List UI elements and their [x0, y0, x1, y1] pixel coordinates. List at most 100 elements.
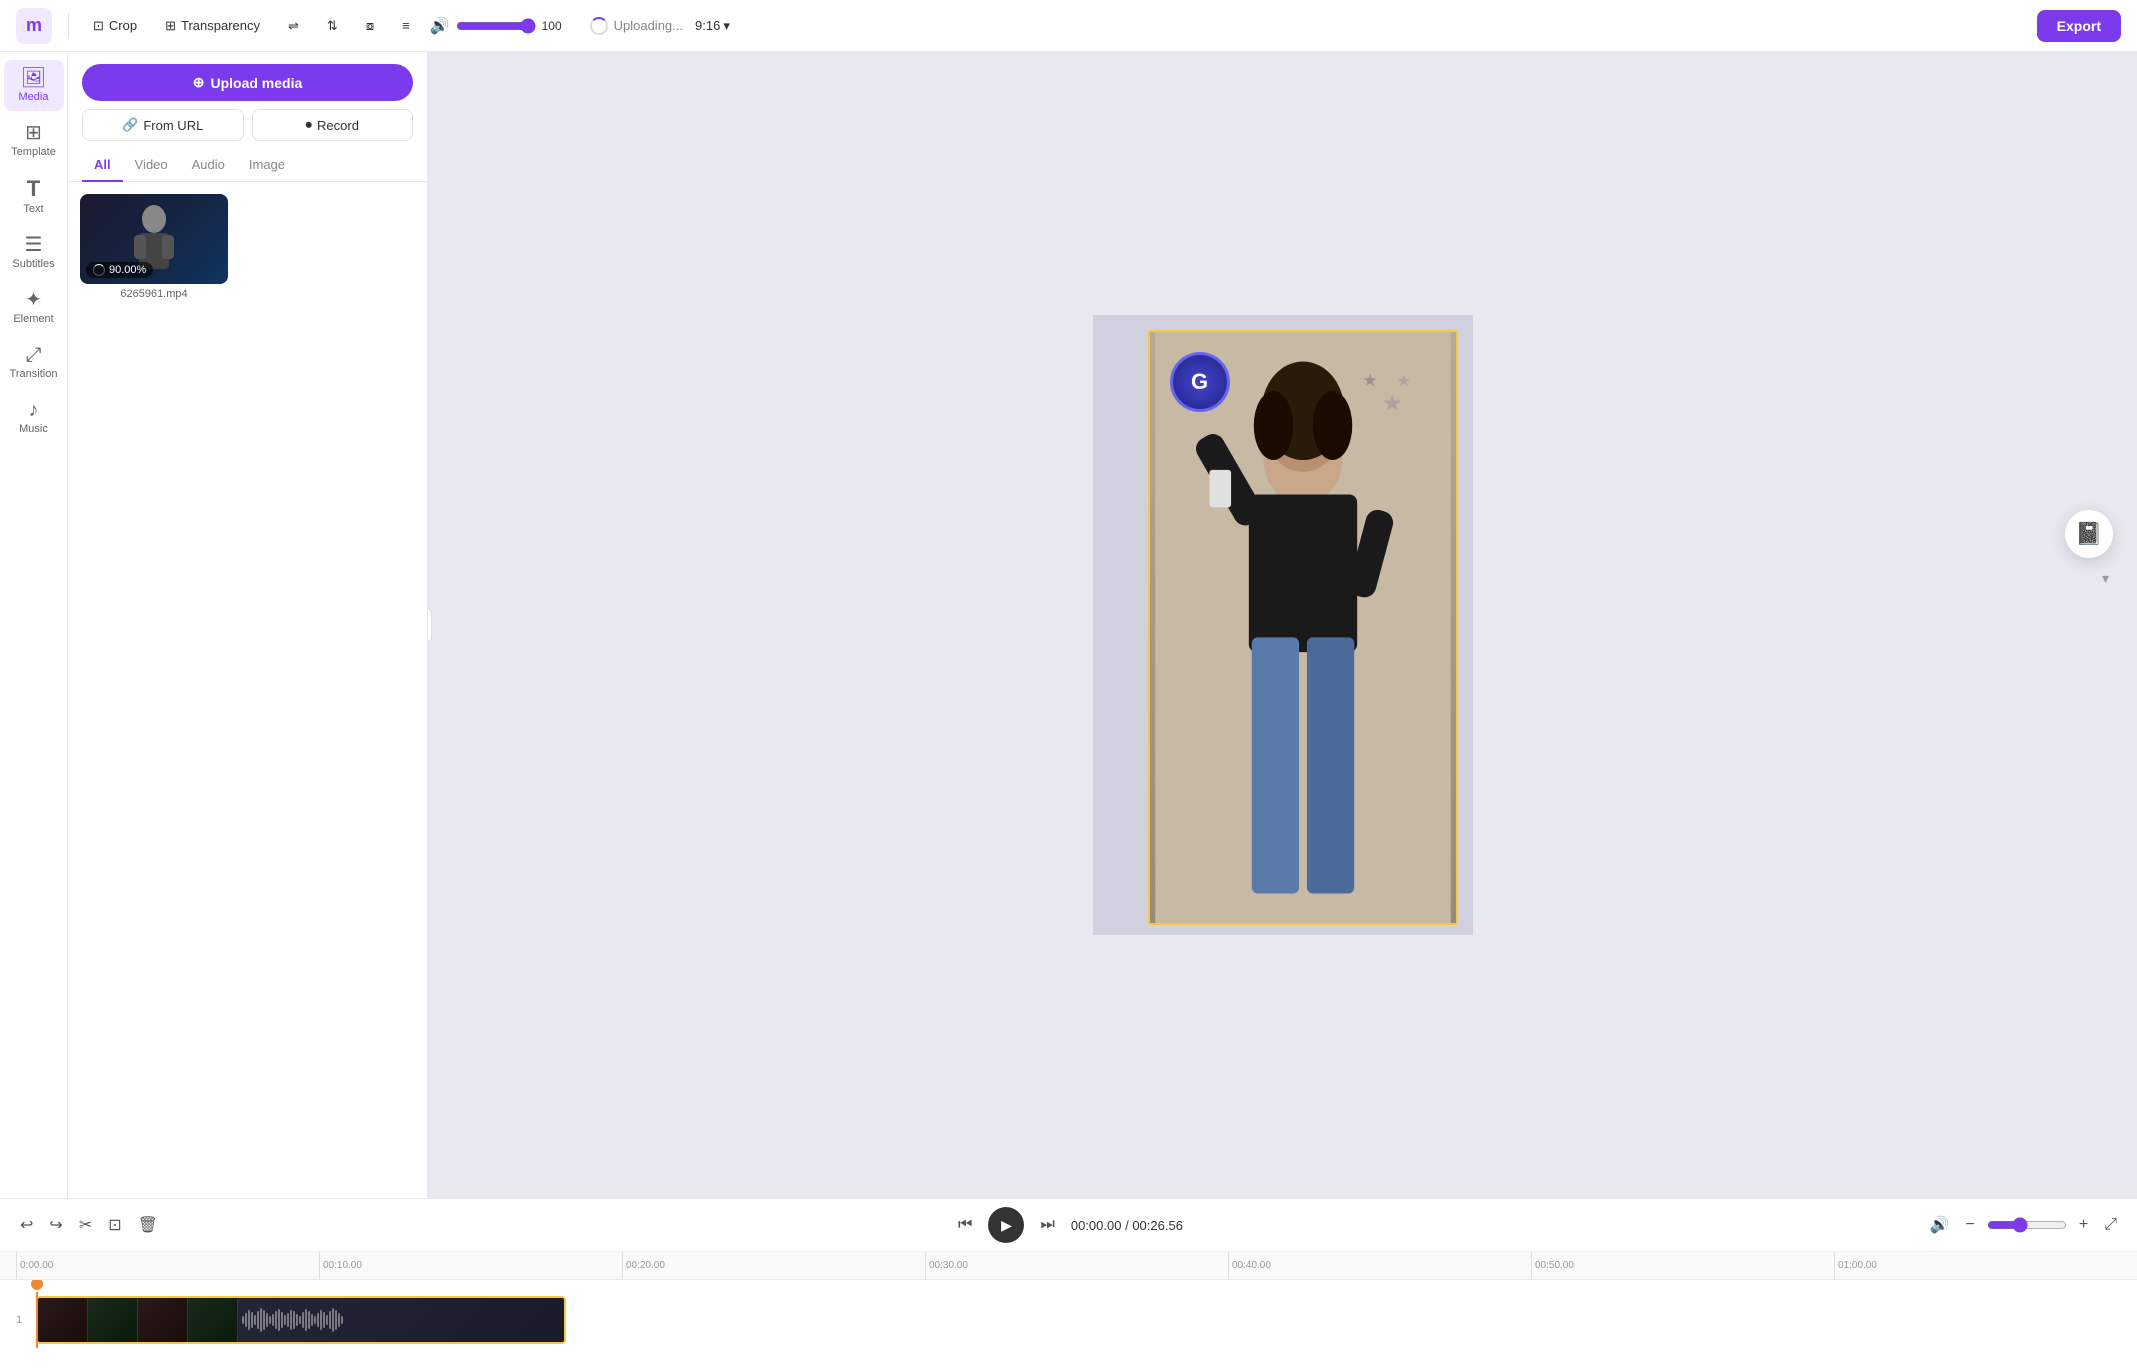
- sidebar-item-template[interactable]: ⊞ Template: [4, 115, 64, 166]
- transparency-button[interactable]: ⊞ Transparency: [157, 14, 268, 38]
- skip-back-icon: ⏮: [958, 1216, 972, 1233]
- waveform-bar: [266, 1313, 268, 1327]
- volume-slider[interactable]: [456, 18, 536, 34]
- video-clip[interactable]: 6265961.mp4: [36, 1296, 566, 1344]
- clip-frame: [38, 1298, 88, 1344]
- waveform-bar: [254, 1315, 256, 1325]
- sidebar-item-media[interactable]: 🖼 Media: [4, 60, 64, 111]
- waveform-bar: [314, 1316, 316, 1324]
- undo-button[interactable]: ↩: [16, 1211, 37, 1239]
- from-url-button[interactable]: 🔗 From URL: [82, 109, 244, 141]
- upload-spinner: [590, 17, 608, 35]
- person-svg: ★ ★ ★: [1150, 332, 1456, 923]
- chevron-down-icon: ▾: [723, 18, 730, 34]
- collapse-panel-button[interactable]: ◀: [428, 607, 432, 643]
- align-button[interactable]: ≡: [394, 14, 418, 37]
- sidebar-item-music[interactable]: ♪ Music: [4, 392, 64, 443]
- split-button[interactable]: ⧇: [358, 14, 382, 38]
- element-icon: ✦: [25, 290, 42, 310]
- redo-button[interactable]: ↪: [45, 1211, 66, 1239]
- time-display: 00:00.00 / 00:26.56: [1071, 1218, 1183, 1233]
- floating-notebook-button[interactable]: 📓: [2065, 510, 2113, 558]
- sidebar-item-transition[interactable]: ⤢ Transition: [4, 337, 64, 388]
- waveform-bar: [323, 1312, 325, 1328]
- copy-icon: ⊡: [108, 1217, 121, 1234]
- cut-button[interactable]: ✂: [75, 1211, 96, 1239]
- waveform-bar: [299, 1316, 301, 1324]
- waveform-bar: [245, 1313, 247, 1327]
- cut-icon: ✂: [79, 1217, 92, 1234]
- flip-v-icon: ⇅: [327, 18, 338, 34]
- redo-icon: ↪: [49, 1217, 62, 1234]
- waveform-bar: [242, 1316, 244, 1324]
- sidebar-item-element[interactable]: ✦ Element: [4, 282, 64, 333]
- waveform-bar: [338, 1313, 340, 1327]
- clip-frames: [38, 1298, 238, 1342]
- media-thumbnail[interactable]: 90.00%: [80, 194, 228, 284]
- svg-text:★: ★: [1362, 370, 1378, 390]
- zoom-out-button[interactable]: −: [1962, 1212, 1979, 1238]
- waveform-bar: [341, 1316, 343, 1324]
- record-button[interactable]: ⏺ Record: [252, 109, 414, 141]
- sidebar-item-text[interactable]: T Text: [4, 170, 64, 223]
- playhead-dot: [31, 1280, 43, 1290]
- volume-icon: 🔊: [430, 16, 450, 36]
- volume-toggle-button[interactable]: 🔊: [1926, 1211, 1954, 1239]
- video-preview[interactable]: ★ ★ ★ G: [1148, 330, 1458, 925]
- media-filter-tabs: All Video Audio Image: [68, 149, 427, 182]
- volume-icon: 🔊: [1930, 1217, 1950, 1234]
- sidebar-item-subtitles[interactable]: ☰ Subtitles: [4, 227, 64, 278]
- skip-back-button[interactable]: ⏮: [954, 1212, 976, 1238]
- svg-text:★: ★: [1396, 373, 1410, 390]
- upload-media-button[interactable]: ⊕ Upload media: [82, 64, 413, 101]
- list-item[interactable]: 90.00% 6265961.mp4: [80, 194, 415, 300]
- waveform-bar: [275, 1311, 277, 1329]
- zoom-controls: 🔊 − + ⤢: [1926, 1211, 2121, 1239]
- music-icon: ♪: [29, 400, 39, 420]
- expand-timeline-button[interactable]: ⤢: [2100, 1212, 2121, 1238]
- crop-button[interactable]: ⊡ Crop: [85, 14, 145, 38]
- export-button[interactable]: Export: [2037, 10, 2121, 42]
- waveform-bar: [287, 1313, 289, 1327]
- bottom-area: ↩ ↪ ✂ ⊡ 🗑 ⏮ ▶ ⏭ 00:00.00 /: [0, 1198, 2137, 1370]
- flip-v-button[interactable]: ⇅: [319, 14, 346, 38]
- waveform-bar: [293, 1311, 295, 1329]
- tab-audio[interactable]: Audio: [180, 149, 237, 182]
- flip-h-button[interactable]: ⇌: [280, 14, 307, 38]
- split-icon: ⧇: [366, 18, 374, 34]
- undo-icon: ↩: [20, 1217, 33, 1234]
- waveform-bar: [260, 1308, 262, 1332]
- tab-image[interactable]: Image: [237, 149, 297, 182]
- tab-video[interactable]: Video: [123, 149, 180, 182]
- app-logo: m: [16, 8, 52, 44]
- copy-button[interactable]: ⊡: [104, 1211, 125, 1239]
- canvas-area[interactable]: ◀: [428, 52, 2137, 1198]
- waveform-bar: [305, 1309, 307, 1331]
- text-icon: T: [27, 178, 40, 200]
- track-row: 1 6265961.mp4: [16, 1288, 2137, 1352]
- skip-forward-button[interactable]: ⏭: [1036, 1212, 1058, 1238]
- waveform-bar: [290, 1310, 292, 1330]
- upload-progress-overlay: 90.00%: [86, 262, 153, 278]
- play-button[interactable]: ▶: [988, 1207, 1024, 1243]
- zoom-slider[interactable]: [1987, 1217, 2067, 1233]
- play-icon: ▶: [1001, 1217, 1012, 1234]
- expand-icon: ⤢: [2104, 1216, 2117, 1233]
- clip-frame: [88, 1298, 138, 1344]
- top-toolbar: m ⊡ Crop ⊞ Transparency ⇌ ⇅ ⧇ ≡ 🔊 100 Up…: [0, 0, 2137, 52]
- mini-spinner: [93, 264, 105, 276]
- waveform-bar: [326, 1315, 328, 1325]
- delete-button[interactable]: 🗑: [134, 1211, 162, 1239]
- tab-all[interactable]: All: [82, 149, 123, 182]
- playhead[interactable]: [36, 1292, 38, 1348]
- left-sidebar: 🖼 Media ⊞ Template T Text ☰ Subtitles ✦ …: [0, 52, 68, 1198]
- waveform-bar: [248, 1310, 250, 1330]
- aspect-ratio-selector[interactable]: 9:16 ▾: [695, 18, 730, 34]
- media-panel-header: ⊕ Upload media 🔗 From URL ⏺ Record: [68, 52, 427, 149]
- scroll-down-arrow[interactable]: ▾: [2102, 570, 2109, 587]
- volume-value: 100: [542, 19, 570, 33]
- zoom-in-button[interactable]: +: [2075, 1212, 2092, 1238]
- logo-overlay[interactable]: G: [1170, 352, 1230, 412]
- waveform-area: [238, 1298, 564, 1342]
- template-icon: ⊞: [25, 123, 42, 143]
